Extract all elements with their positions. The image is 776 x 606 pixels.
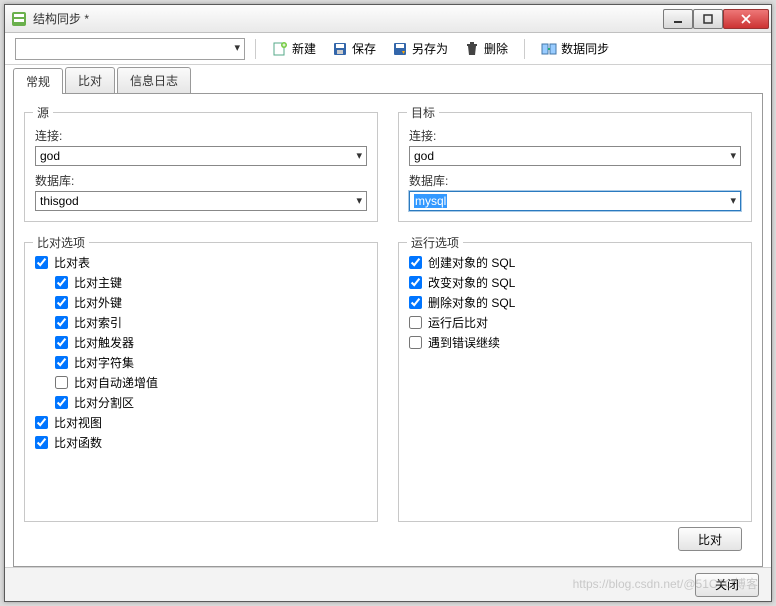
saveas-icon <box>392 41 408 57</box>
source-conn-label: 连接: <box>35 127 367 144</box>
source-legend: 源 <box>33 104 53 121</box>
tabs: 常规 比对 信息日志 <box>13 69 763 93</box>
app-window: 结构同步 * 新建 保存 另存为 删除 数据同步 <box>4 4 772 602</box>
target-group: 目标 连接: god 数据库: mysql <box>398 112 752 222</box>
run-options-legend: 运行选项 <box>407 234 463 251</box>
maximize-button[interactable] <box>693 9 723 29</box>
chk-compare-fk[interactable] <box>55 296 68 309</box>
datasync-label: 数据同步 <box>561 40 609 57</box>
chk-drop-sql[interactable] <box>409 296 422 309</box>
inner-button-bar: 比对 <box>24 522 752 556</box>
target-legend: 目标 <box>407 104 439 121</box>
run-options-group: 运行选项 创建对象的 SQL 改变对象的 SQL 删除对象的 SQL 运行后比对… <box>398 242 752 522</box>
new-icon <box>272 41 288 57</box>
window-title: 结构同步 * <box>33 10 663 27</box>
toolbar: 新建 保存 另存为 删除 数据同步 <box>5 33 771 65</box>
close-window-button[interactable] <box>723 9 769 29</box>
source-conn-select[interactable]: god <box>35 146 367 166</box>
chk-compare-idx[interactable] <box>55 316 68 329</box>
datasync-button[interactable]: 数据同步 <box>535 38 615 59</box>
close-button[interactable]: 关闭 <box>695 573 759 597</box>
chk-compare-pk[interactable] <box>55 276 68 289</box>
app-icon <box>11 11 27 27</box>
chk-compare-view[interactable] <box>35 416 48 429</box>
new-label: 新建 <box>292 40 316 57</box>
new-button[interactable]: 新建 <box>266 38 322 59</box>
minimize-button[interactable] <box>663 9 693 29</box>
compare-options-group: 比对选项 比对表 比对主键 比对外键 比对索引 比对触发器 比对字符集 比对自动… <box>24 242 378 522</box>
target-db-select[interactable]: mysql <box>409 191 741 211</box>
source-db-select[interactable]: thisgod <box>35 191 367 211</box>
saveas-label: 另存为 <box>412 40 448 57</box>
target-db-label: 数据库: <box>409 172 741 189</box>
target-conn-label: 连接: <box>409 127 741 144</box>
datasync-icon <box>541 41 557 57</box>
tab-general[interactable]: 常规 <box>13 68 63 94</box>
delete-label: 删除 <box>484 40 508 57</box>
chk-continue-err[interactable] <box>409 336 422 349</box>
target-conn-select[interactable]: god <box>409 146 741 166</box>
trash-icon <box>464 41 480 57</box>
outer-button-bar: 关闭 <box>5 567 771 601</box>
chk-compare-charset[interactable] <box>55 356 68 369</box>
titlebar: 结构同步 * <box>5 5 771 33</box>
delete-button[interactable]: 删除 <box>458 38 514 59</box>
chk-compare-autoinc[interactable] <box>55 376 68 389</box>
save-label: 保存 <box>352 40 376 57</box>
saveas-button[interactable]: 另存为 <box>386 38 454 59</box>
source-db-label: 数据库: <box>35 172 367 189</box>
chk-compare-after[interactable] <box>409 316 422 329</box>
compare-options-legend: 比对选项 <box>33 234 89 251</box>
tab-compare[interactable]: 比对 <box>65 67 115 93</box>
chk-compare-partition[interactable] <box>55 396 68 409</box>
save-icon <box>332 41 348 57</box>
chk-compare-trigger[interactable] <box>55 336 68 349</box>
chk-compare-func[interactable] <box>35 436 48 449</box>
profile-combo[interactable] <box>15 38 245 60</box>
separator <box>255 39 256 59</box>
tab-page-general: 源 连接: god 数据库: thisgod 目标 连接: god <box>13 93 763 567</box>
tab-log[interactable]: 信息日志 <box>117 67 191 93</box>
source-group: 源 连接: god 数据库: thisgod <box>24 112 378 222</box>
chk-create-sql[interactable] <box>409 256 422 269</box>
compare-button[interactable]: 比对 <box>678 527 742 551</box>
chk-alter-sql[interactable] <box>409 276 422 289</box>
chk-compare-table[interactable] <box>35 256 48 269</box>
separator <box>524 39 525 59</box>
body: 常规 比对 信息日志 源 连接: god 数据库: thisgod <box>5 65 771 567</box>
save-button[interactable]: 保存 <box>326 38 382 59</box>
